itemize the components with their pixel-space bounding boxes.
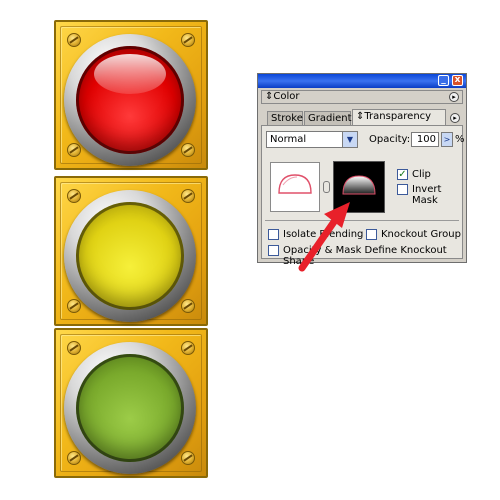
invert-mask-label: Invert Mask: [412, 184, 442, 206]
opacity-slider-button[interactable]: >: [441, 132, 453, 147]
chrome-bezel: [64, 342, 196, 474]
lamp-highlight: [94, 54, 166, 94]
clip-label: Clip: [412, 169, 431, 180]
opacity-input[interactable]: 100: [411, 132, 439, 147]
mask-link-icon[interactable]: [323, 181, 330, 193]
screw-icon: [67, 33, 81, 47]
color-tab-group: ⇕Color: [265, 91, 300, 103]
green-lamp: [76, 354, 184, 462]
panel-tabs: Stroke Gradient ⇕Transparency ▸: [261, 109, 463, 125]
screw-icon: [67, 299, 81, 313]
screw-icon: [181, 189, 195, 203]
green-lamp-housing: [54, 328, 208, 478]
screw-icon: [67, 451, 81, 465]
traffic-light-illustration: [54, 20, 208, 480]
screw-icon: [181, 451, 195, 465]
screw-icon: [181, 33, 195, 47]
clip-checkbox[interactable]: ✓: [397, 169, 408, 180]
chrome-bezel: [64, 34, 196, 166]
panel-menu-button[interactable]: ▸: [449, 92, 459, 102]
tab-transparency-label: Transparency: [364, 111, 432, 122]
tab-transparency[interactable]: ⇕Transparency: [352, 109, 446, 125]
screw-icon: [67, 341, 81, 355]
close-button[interactable]: x: [452, 75, 463, 86]
minimize-button[interactable]: _: [438, 75, 449, 86]
tab-stroke[interactable]: Stroke: [267, 111, 303, 125]
screw-icon: [67, 189, 81, 203]
screw-icon: [181, 299, 195, 313]
blend-mode-value: Normal: [270, 134, 307, 145]
opacity-mask-define-checkbox[interactable]: [268, 245, 279, 256]
chrome-bezel: [64, 190, 196, 322]
isolate-blending-checkbox[interactable]: [268, 229, 279, 240]
panel-menu-button[interactable]: ▸: [450, 113, 460, 123]
opacity-label: Opacity:: [369, 134, 411, 145]
invert-mask-checkbox[interactable]: [397, 184, 408, 195]
opacity-unit: %: [455, 134, 465, 145]
red-arrow-annotation: [298, 202, 350, 272]
screw-icon: [181, 341, 195, 355]
yellow-lamp: [76, 202, 184, 310]
panel-titlebar[interactable]: _ x: [258, 74, 466, 88]
screw-icon: [181, 143, 195, 157]
chevron-down-icon[interactable]: ▼: [342, 132, 357, 147]
tab-gradient[interactable]: Gradient: [304, 111, 352, 125]
color-tab-label: Color: [273, 91, 300, 102]
blend-mode-select[interactable]: Normal ▼: [266, 131, 358, 148]
color-panel-tab[interactable]: ⇕Color ▸: [261, 90, 463, 104]
red-lamp: [76, 46, 184, 154]
screw-icon: [67, 143, 81, 157]
knockout-group-label: Knockout Group: [381, 229, 461, 240]
red-lamp-housing: [54, 20, 208, 170]
yellow-lamp-housing: [54, 176, 208, 326]
